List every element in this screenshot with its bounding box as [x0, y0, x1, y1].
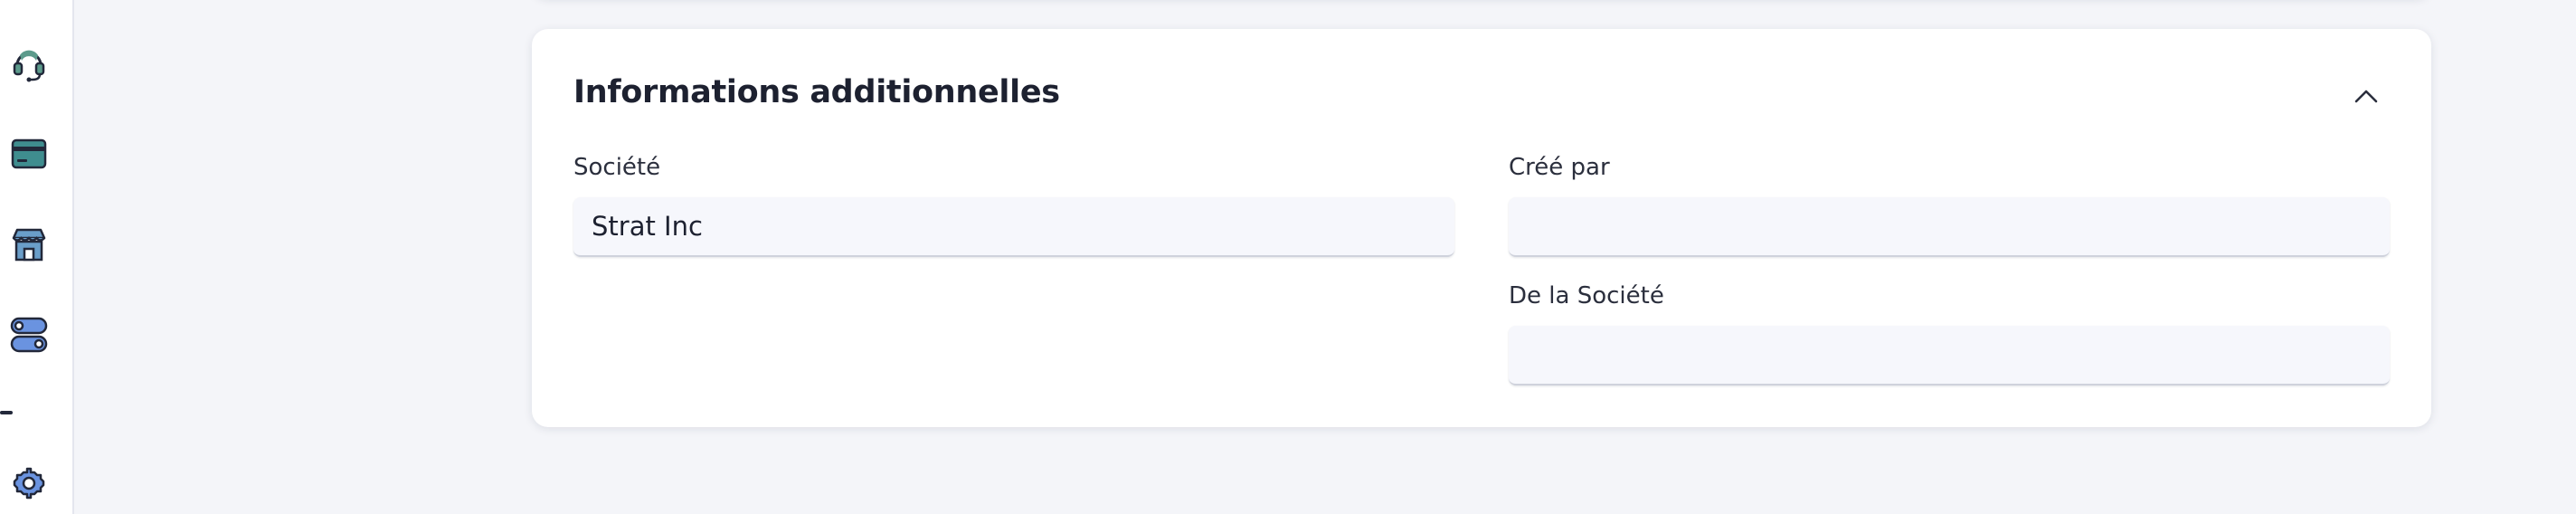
active-indicator	[0, 411, 13, 414]
store-icon[interactable]	[9, 224, 49, 264]
sidebar	[0, 0, 74, 514]
headset-icon[interactable]	[9, 43, 49, 83]
societe-label: Société	[573, 154, 661, 181]
toggles-icon[interactable]	[9, 315, 49, 355]
additional-info-card: Informations additionnelles Société Créé…	[532, 29, 2431, 427]
credit-card-icon[interactable]	[9, 134, 49, 174]
section-title: Informations additionnelles	[573, 74, 1060, 110]
societe-field[interactable]	[573, 197, 1454, 257]
cree-par-label: Créé par	[1509, 154, 1610, 181]
cree-par-field[interactable]	[1509, 197, 2390, 257]
de-la-societe-field[interactable]	[1509, 326, 2390, 386]
settings-gear-icon[interactable]	[9, 463, 49, 503]
collapse-button[interactable]	[2350, 80, 2382, 112]
chevron-up-icon	[2354, 90, 2378, 103]
de-la-societe-label: De la Société	[1509, 282, 1664, 309]
